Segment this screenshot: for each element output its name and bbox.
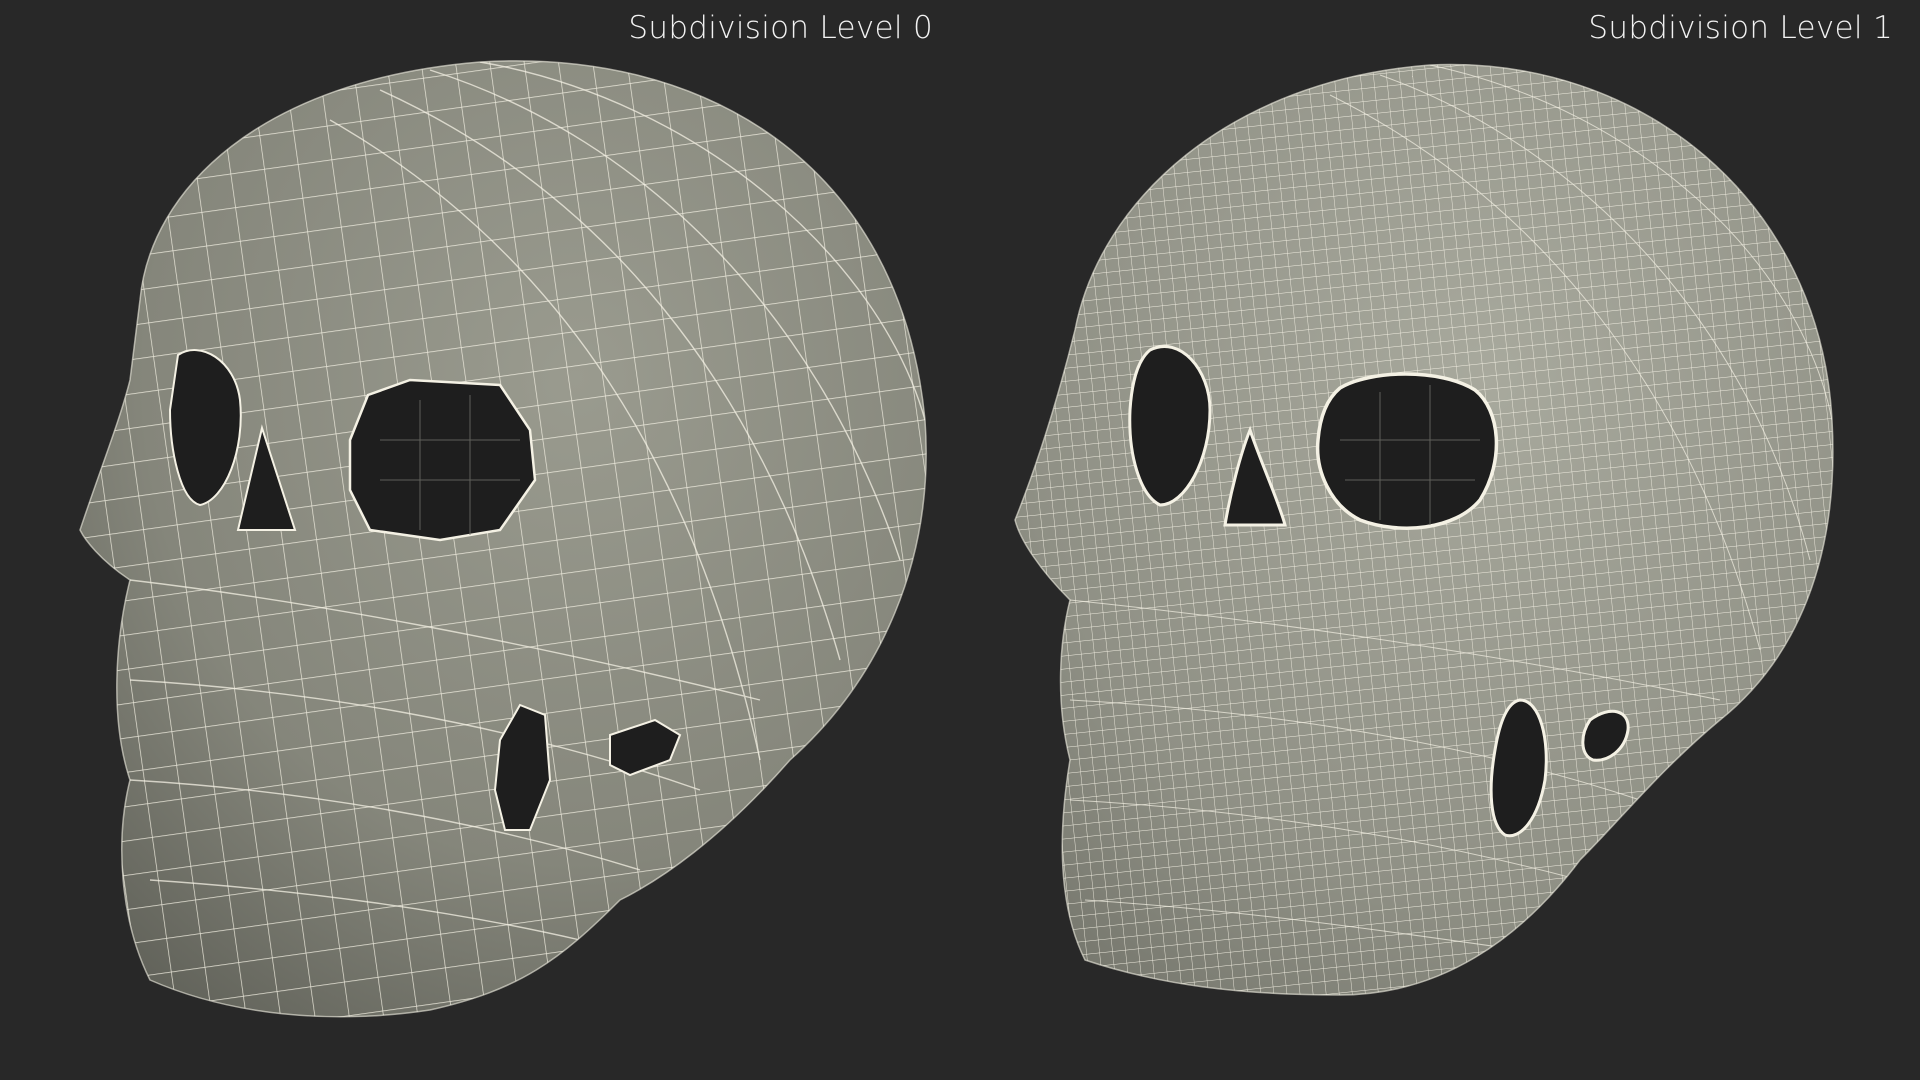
viewport-subdivision-level-0[interactable]: Subdivision Level 0: [0, 0, 960, 1080]
eye-socket-right: [348, 378, 537, 542]
viewport-subdivision-level-1[interactable]: Subdivision Level 1: [960, 0, 1920, 1080]
skull-wireframe-low: [79, 60, 927, 1018]
caption-subdivision-level-1: Subdivision Level 1: [1588, 10, 1893, 46]
eye-socket-right: [1315, 372, 1499, 530]
skull-wireframe-high: [1014, 63, 1834, 996]
caption-subdivision-level-0: Subdivision Level 0: [628, 10, 933, 46]
